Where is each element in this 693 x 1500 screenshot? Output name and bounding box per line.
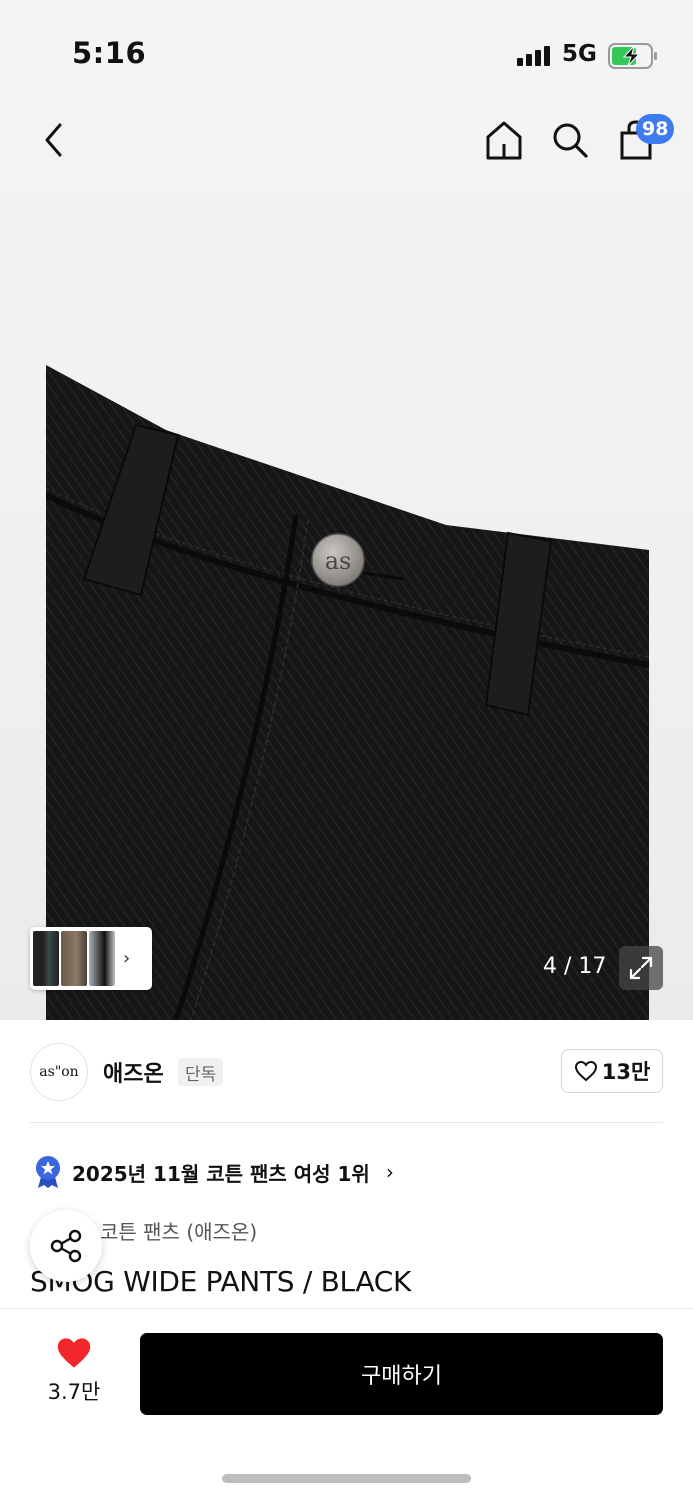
expand-icon [629,956,653,980]
thumbnail-brown[interactable] [61,931,87,986]
share-icon [50,1229,82,1263]
network-label: 5G [562,41,597,67]
thumbnail-grey[interactable] [89,931,115,986]
thumbnail-strip[interactable]: › [30,927,152,990]
product-image[interactable]: as [44,355,650,1020]
heart-outline-icon [574,1060,597,1082]
wish-button[interactable]: 3.7만 [40,1336,108,1406]
heart-filled-icon [57,1338,91,1368]
ranking-medal-icon [36,1156,60,1188]
button-engraving: as [325,547,352,575]
product-gallery[interactable]: 5:16 5G 98 as › 4 / 17 [0,0,693,1020]
chevron-left-icon [45,123,62,157]
exclusive-tag: 단독 [178,1058,224,1086]
signal-icon [517,46,553,66]
page-counter: 4 / 17 [543,954,607,979]
battery-icon [608,43,658,69]
home-button[interactable] [482,118,526,162]
divider [30,1122,663,1123]
status-time: 5:16 [72,36,147,70]
store-logo[interactable]: as"on [30,1043,88,1101]
home-icon [486,121,522,160]
expand-button[interactable] [619,946,663,990]
store-like-button[interactable]: 13만 [561,1049,663,1093]
search-icon [553,123,588,158]
store-name[interactable]: 애즈온 [103,1056,164,1088]
ranking-text: 2025년 11월 코튼 팬츠 여성 1위 [72,1161,370,1186]
share-button[interactable] [30,1210,102,1282]
ranking-row[interactable]: 2025년 11월 코튼 팬츠 여성 1위 › [34,1155,394,1189]
wish-count: 3.7만 [47,1380,101,1404]
buy-button[interactable]: 구매하기 [140,1333,663,1415]
back-button[interactable] [34,120,74,160]
waist-button: as [311,533,365,587]
thumbnail-black[interactable] [33,931,59,986]
chevron-right-icon: › [385,1160,394,1184]
search-button[interactable] [548,118,592,162]
chevron-right-icon: › [123,948,131,969]
product-category[interactable]: 코튼 팬츠 (애즈온) [100,1216,257,1245]
cart-badge: 98 [636,114,675,144]
home-indicator[interactable] [222,1474,471,1483]
store-like-count: 13만 [601,1060,651,1084]
